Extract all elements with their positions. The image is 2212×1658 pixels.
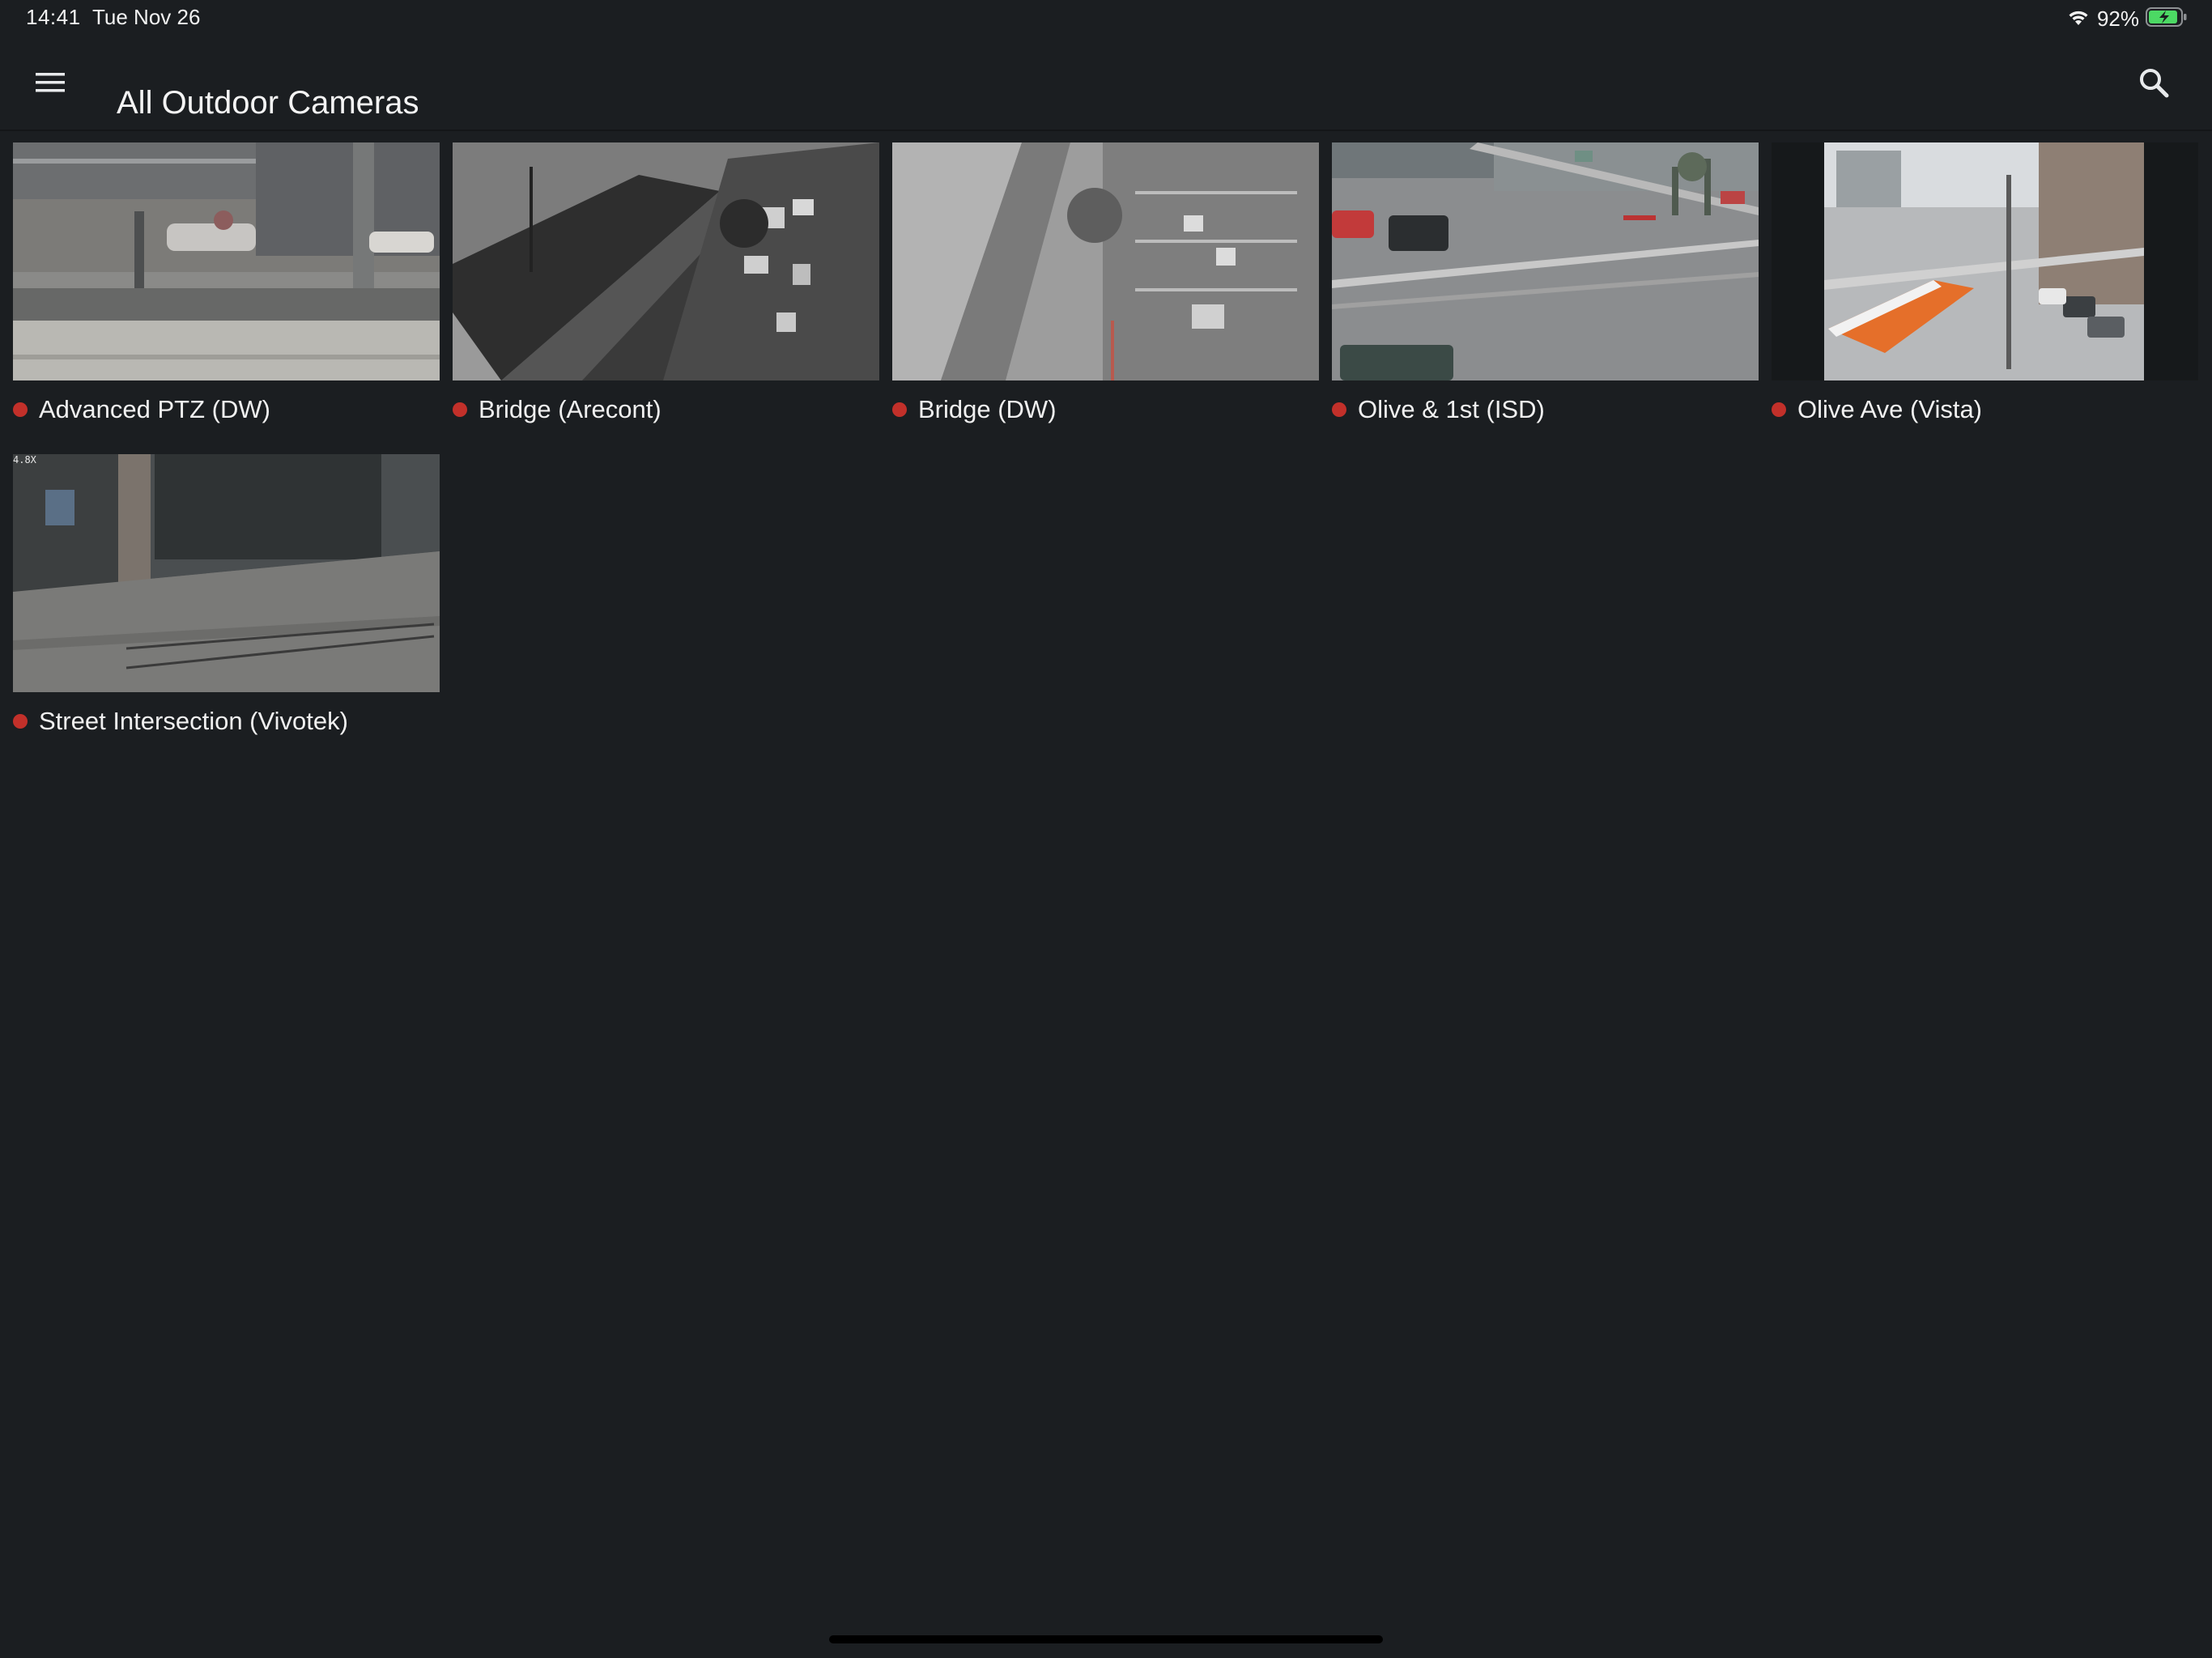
- camera-name: Street Intersection (Vivotek): [39, 707, 348, 735]
- recording-status-dot: [892, 402, 907, 417]
- zoom-level-overlay: 4.8X: [13, 454, 36, 466]
- camera-feed-thumbnail[interactable]: 4.8X: [13, 454, 440, 692]
- camera-tile[interactable]: Advanced PTZ (DW): [13, 142, 440, 447]
- camera-name: Olive Ave (Vista): [1797, 395, 1983, 423]
- battery-charging-icon: [2146, 6, 2188, 32]
- camera-name: Bridge (Arecont): [479, 395, 661, 423]
- status-bar: 14:41 Tue Nov 26 92%: [0, 0, 2212, 39]
- home-indicator[interactable]: [829, 1635, 1383, 1643]
- camera-caption: Olive & 1st (ISD): [1332, 392, 1545, 427]
- status-indicators: 92%: [2066, 5, 2188, 32]
- camera-caption: Street Intersection (Vivotek): [13, 704, 348, 739]
- camera-caption: Advanced PTZ (DW): [13, 392, 270, 427]
- camera-tile[interactable]: Olive Ave (Vista): [1772, 142, 2198, 447]
- camera-list-screen: 14:41 Tue Nov 26 92% All Outdoor Cameras…: [0, 0, 2212, 1658]
- camera-feed-thumbnail[interactable]: [892, 142, 1319, 380]
- search-icon: [2138, 66, 2170, 103]
- recording-status-dot: [13, 402, 28, 417]
- camera-caption: Bridge (Arecont): [453, 392, 661, 427]
- status-time: 14:41: [26, 5, 81, 29]
- menu-button[interactable]: [24, 60, 76, 108]
- camera-feed-thumbnail[interactable]: [1332, 142, 1759, 380]
- page-title: All Outdoor Cameras: [117, 84, 419, 121]
- camera-tile[interactable]: Bridge (Arecont): [453, 142, 879, 447]
- recording-status-dot: [13, 714, 28, 729]
- camera-feed-thumbnail[interactable]: [13, 142, 440, 380]
- status-date: Tue Nov 26: [92, 5, 201, 29]
- camera-name: Bridge (DW): [918, 395, 1057, 423]
- app-bar: All Outdoor Cameras: [0, 39, 2212, 131]
- wifi-icon: [2066, 7, 2091, 31]
- camera-name: Olive & 1st (ISD): [1358, 395, 1545, 423]
- search-button[interactable]: [2128, 60, 2180, 108]
- camera-caption: Bridge (DW): [892, 392, 1057, 427]
- hamburger-menu-icon: [34, 70, 66, 99]
- camera-caption: Olive Ave (Vista): [1772, 392, 1982, 427]
- camera-name: Advanced PTZ (DW): [39, 395, 270, 423]
- camera-tile[interactable]: Bridge (DW): [892, 142, 1319, 447]
- camera-feed-thumbnail[interactable]: [453, 142, 879, 380]
- recording-status-dot: [453, 402, 467, 417]
- recording-status-dot: [1332, 402, 1346, 417]
- camera-feed-thumbnail[interactable]: [1772, 142, 2198, 380]
- battery-percent: 92%: [2096, 6, 2139, 31]
- camera-tile[interactable]: 4.8X Street Intersection (Vivotek): [13, 454, 440, 759]
- camera-tile[interactable]: Olive & 1st (ISD): [1332, 142, 1759, 447]
- recording-status-dot: [1772, 402, 1786, 417]
